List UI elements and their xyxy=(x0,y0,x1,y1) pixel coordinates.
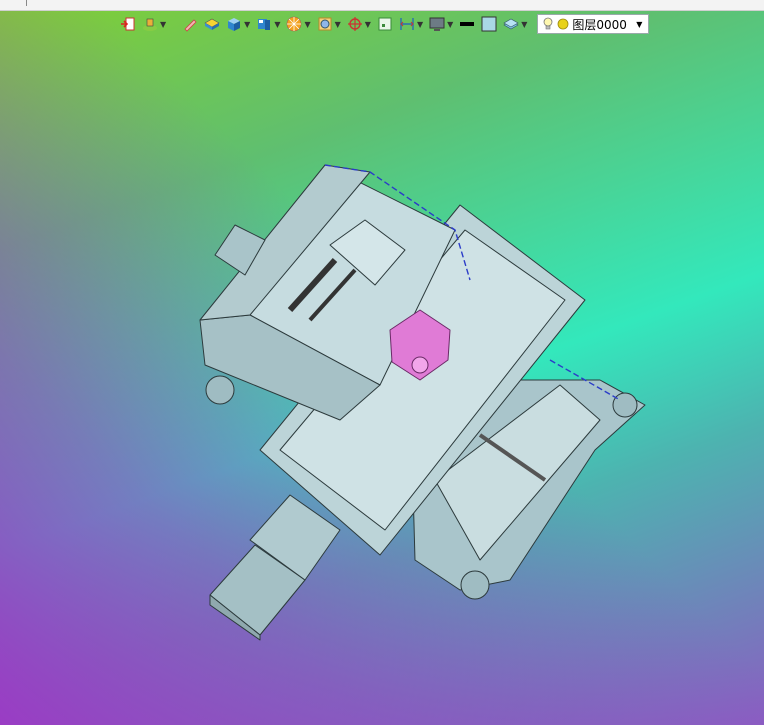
ruler-button[interactable]: ▼ xyxy=(397,13,425,35)
sun-icon xyxy=(558,18,569,30)
box-yellow-icon xyxy=(204,18,220,30)
display-button[interactable]: ▼ xyxy=(427,13,455,35)
foot-pad xyxy=(612,392,638,418)
view-cube-icon xyxy=(258,19,271,30)
layers-stack-icon xyxy=(503,18,519,30)
box-blue-button[interactable]: ▼ xyxy=(224,13,252,35)
chevron-down-icon: ▼ xyxy=(636,19,643,29)
line-color-icon xyxy=(460,22,475,26)
ruler-icon xyxy=(400,18,414,30)
spindle-nozzle xyxy=(411,356,429,374)
render-mode-button[interactable]: ▼ xyxy=(315,13,343,35)
cad-model[interactable] xyxy=(180,150,660,650)
lightbulb-icon xyxy=(544,17,553,30)
box-yellow-button[interactable] xyxy=(202,13,222,35)
view-cube-button[interactable]: ▼ xyxy=(254,13,282,35)
line-color-button[interactable] xyxy=(457,13,477,35)
fit-view-icon xyxy=(378,17,392,31)
toolbar: ▼ ▼ ▼ ▼ ▼ ▼ ▼ ▼ ▼ 图层0000 ▼ xyxy=(118,12,650,36)
fill-color-button[interactable] xyxy=(479,13,499,35)
layer-select[interactable]: 图层0000 ▼ xyxy=(537,14,650,34)
crosshair-button[interactable]: ▼ xyxy=(345,13,373,35)
pen-icon xyxy=(184,19,197,32)
display-icon xyxy=(429,17,445,31)
layer-select-value: 图层0000 xyxy=(572,17,627,32)
import-icon xyxy=(121,17,135,31)
title-strip xyxy=(0,0,764,11)
section-wheel-icon xyxy=(287,16,302,32)
fit-view-button[interactable] xyxy=(375,13,395,35)
fill-color-icon xyxy=(481,16,497,32)
box-blue-icon xyxy=(228,18,241,31)
layers-stack-button[interactable]: ▼ xyxy=(501,13,529,35)
foot-pad xyxy=(205,375,235,405)
crosshair-icon xyxy=(347,17,362,31)
render-mode-icon xyxy=(318,17,332,31)
section-wheel-button[interactable]: ▼ xyxy=(284,13,312,35)
layer-manager-icon xyxy=(143,18,157,31)
layer-manager-button[interactable]: ▼ xyxy=(140,13,168,35)
import-button[interactable] xyxy=(118,13,138,35)
foot-pad xyxy=(460,570,490,600)
pen-button[interactable] xyxy=(180,13,200,35)
